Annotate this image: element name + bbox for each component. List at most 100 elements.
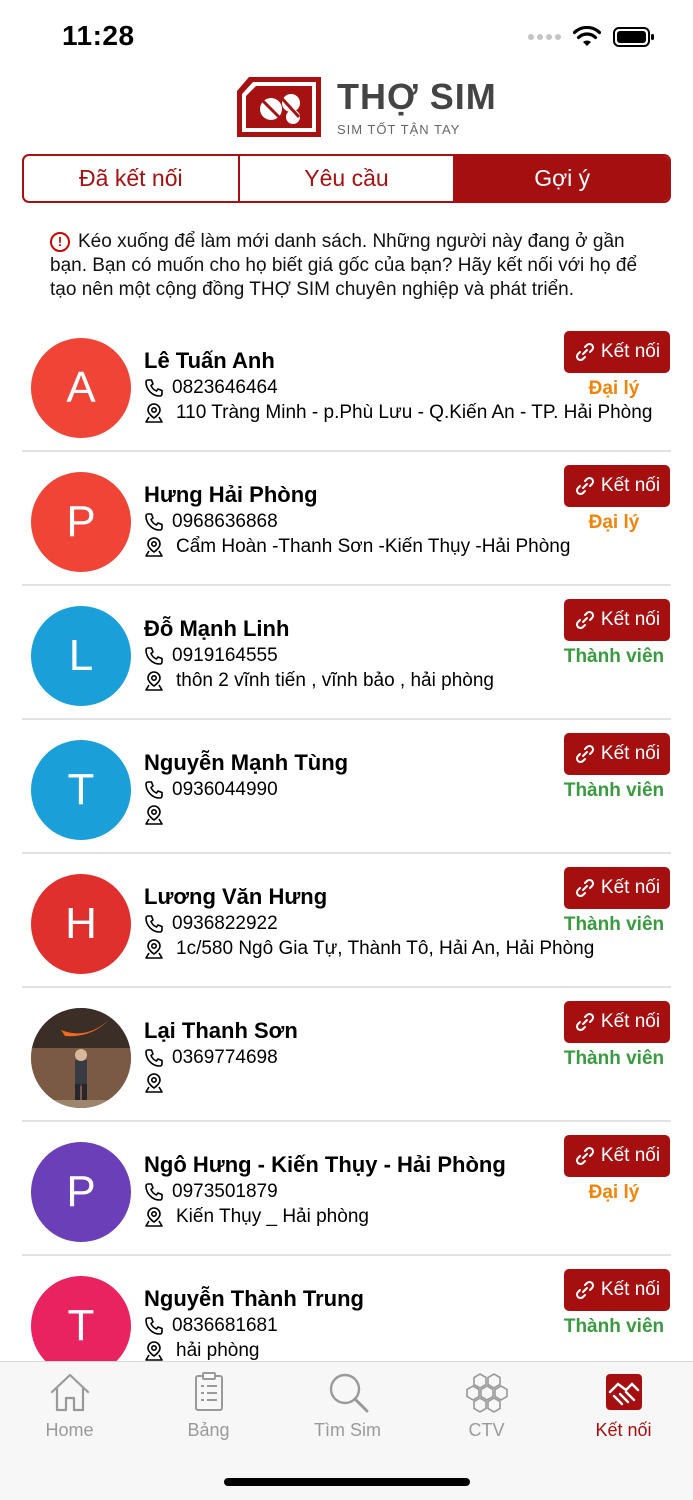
contact-name: Lê Tuấn Anh bbox=[144, 348, 275, 373]
battery-icon bbox=[613, 27, 654, 47]
signal-icon bbox=[528, 34, 561, 40]
location-pin-icon bbox=[145, 671, 163, 691]
contact-row[interactable]: P Hưng Hải Phòng 0968636868 Cẩm Hoàn -Thanh… bbox=[22, 452, 671, 586]
home-indicator bbox=[224, 1478, 470, 1486]
location-pin-icon bbox=[145, 1341, 163, 1361]
contact-phone-text: 0823646464 bbox=[172, 377, 278, 398]
link-icon bbox=[575, 878, 594, 898]
connect-button[interactable]: Kết nối bbox=[564, 1269, 670, 1311]
tabbar-label-ket-noi: Kết nối bbox=[595, 1420, 652, 1440]
role-badge: Đại lý bbox=[588, 512, 640, 533]
tab-requests[interactable]: Yêu cầu bbox=[240, 156, 456, 201]
contact-row[interactable]: T Nguyễn Mạnh Tùng 0936044990 Kết nối Thành … bbox=[22, 720, 671, 854]
segment-tabs: Đã kết nối Yêu cầu Gợi ý bbox=[22, 154, 671, 203]
contact-address-text: thôn 2 vĩnh tiến , vĩnh bảo , hải phòng bbox=[176, 670, 494, 691]
avatar bbox=[31, 1008, 131, 1108]
link-icon bbox=[575, 476, 594, 496]
contact-phone-text: 0369774698 bbox=[172, 1047, 278, 1068]
role-badge: Thành viên bbox=[563, 914, 665, 935]
tho-sim-logo-icon bbox=[237, 77, 321, 137]
phone-icon bbox=[145, 1183, 163, 1201]
avatar: L bbox=[31, 606, 131, 706]
connect-button-label: Kết nối bbox=[600, 1011, 661, 1032]
tabbar-item-ctv[interactable]: CTV bbox=[417, 1370, 556, 1441]
contact-address: 110 Tràng Minh - p.Phù Lưu - Q.Kiến An -… bbox=[144, 402, 652, 424]
avatar-initial: T bbox=[67, 1301, 95, 1350]
tabbar-item-bang[interactable]: Bảng bbox=[139, 1370, 278, 1441]
connect-button[interactable]: Kết nối bbox=[564, 465, 670, 507]
phone-icon bbox=[145, 379, 163, 397]
contact-address-text: Kiến Thụy _ Hải phòng bbox=[176, 1206, 369, 1227]
location-pin-icon bbox=[145, 403, 163, 423]
avatar: P bbox=[31, 472, 131, 572]
tabbar-label-bang: Bảng bbox=[187, 1420, 230, 1440]
contact-name: Lương Văn Hưng bbox=[144, 884, 328, 909]
contact-address: thôn 2 vĩnh tiến , vĩnh bảo , hải phòng bbox=[144, 670, 494, 692]
contact-phone: 0936822922 bbox=[144, 913, 278, 935]
contact-row[interactable]: L Đỗ Mạnh Linh 0919164555 thôn 2 vĩnh tiến … bbox=[22, 586, 671, 720]
contact-row[interactable]: H Lương Văn Hưng 0936822922 1c/580 Ngô Gia … bbox=[22, 854, 671, 988]
connect-button[interactable]: Kết nối bbox=[564, 867, 670, 909]
connect-button[interactable]: Kết nối bbox=[564, 599, 670, 641]
contact-name: Lại Thanh Sơn bbox=[144, 1018, 298, 1043]
connect-button-label: Kết nối bbox=[600, 1145, 661, 1166]
phone-icon bbox=[145, 915, 163, 933]
logo-title: THỢ SIM bbox=[337, 75, 497, 117]
connect-button[interactable]: Kết nối bbox=[564, 1001, 670, 1043]
info-icon: ! bbox=[50, 232, 70, 252]
role-badge: Thành viên bbox=[563, 780, 665, 801]
contact-address bbox=[144, 1072, 176, 1094]
contact-phone-text: 0936044990 bbox=[172, 779, 278, 800]
location-pin-icon bbox=[145, 537, 163, 557]
connect-button-label: Kết nối bbox=[600, 475, 661, 496]
location-pin-icon bbox=[145, 1207, 163, 1227]
contact-row[interactable]: T Nguyễn Thành Trung 0836681681 hải phòng Kế… bbox=[22, 1256, 671, 1362]
status-icons bbox=[528, 26, 655, 48]
location-pin-icon bbox=[145, 805, 163, 825]
contact-address: 1c/580 Ngô Gia Tự, Thành Tô, Hải An, Hải… bbox=[144, 938, 594, 960]
contact-row[interactable]: P Ngô Hưng - Kiến Thụy - Hải Phòng 0973501… bbox=[22, 1122, 671, 1256]
connect-button[interactable]: Kết nối bbox=[564, 733, 670, 775]
contact-phone: 0369774698 bbox=[144, 1047, 278, 1069]
contact-phone: 0836681681 bbox=[144, 1315, 278, 1337]
role-badge: Thành viên bbox=[563, 1316, 665, 1337]
app-logo: THỢ SIM SIM TỐT TẬN TAY bbox=[233, 73, 497, 141]
connect-button[interactable]: Kết nối bbox=[564, 331, 670, 373]
contact-address-text: 110 Tràng Minh - p.Phù Lưu - Q.Kiến An -… bbox=[176, 402, 653, 423]
link-icon bbox=[575, 1146, 594, 1166]
tabbar-item-home[interactable]: Home bbox=[0, 1370, 139, 1441]
connect-button-label: Kết nối bbox=[600, 1279, 661, 1300]
contact-name: Ngô Hưng - Kiến Thụy - Hải Phòng bbox=[144, 1152, 506, 1177]
contact-address bbox=[144, 804, 176, 826]
tab-connected[interactable]: Đã kết nối bbox=[24, 156, 240, 201]
link-icon bbox=[575, 1280, 594, 1300]
avatar: P bbox=[31, 1142, 131, 1242]
contact-list[interactable]: A Lê Tuấn Anh 0823646464 110 Tràng Minh - p… bbox=[22, 318, 671, 1362]
tabbar-item-ket-noi[interactable]: Kết nối bbox=[554, 1370, 693, 1441]
connect-button-label: Kết nối bbox=[600, 609, 661, 630]
contact-name: Đỗ Mạnh Linh bbox=[144, 616, 290, 641]
clipboard-icon bbox=[194, 1372, 223, 1411]
tabbar-item-tim-sim[interactable]: Tìm Sim bbox=[278, 1370, 417, 1441]
contact-phone: 0973501879 bbox=[144, 1181, 278, 1203]
role-badge: Thành viên bbox=[563, 646, 665, 667]
link-icon bbox=[575, 342, 594, 362]
tabbar-label-home: Home bbox=[45, 1420, 94, 1440]
role-badge: Thành viên bbox=[563, 1048, 665, 1069]
info-notice: ! Kéo xuống để làm mới danh sách. Những n… bbox=[50, 230, 660, 302]
phone-icon bbox=[145, 647, 163, 665]
avatar: A bbox=[31, 338, 131, 438]
link-icon bbox=[575, 610, 594, 630]
wifi-icon bbox=[573, 26, 601, 46]
contact-row[interactable]: A Lê Tuấn Anh 0823646464 110 Tràng Minh - p… bbox=[22, 318, 671, 452]
contact-phone-text: 0919164555 bbox=[172, 645, 278, 666]
phone-icon bbox=[145, 513, 163, 531]
phone-icon bbox=[145, 1317, 163, 1335]
avatar: H bbox=[31, 874, 131, 974]
connect-button[interactable]: Kết nối bbox=[564, 1135, 670, 1177]
contact-row[interactable]: Lại Thanh Sơn 0369774698 Kết nối Thành viên bbox=[22, 988, 671, 1122]
contact-phone: 0936044990 bbox=[144, 779, 278, 801]
connect-button-label: Kết nối bbox=[600, 743, 661, 764]
tab-suggestions[interactable]: Gợi ý bbox=[455, 156, 669, 201]
location-pin-icon bbox=[145, 1073, 163, 1093]
